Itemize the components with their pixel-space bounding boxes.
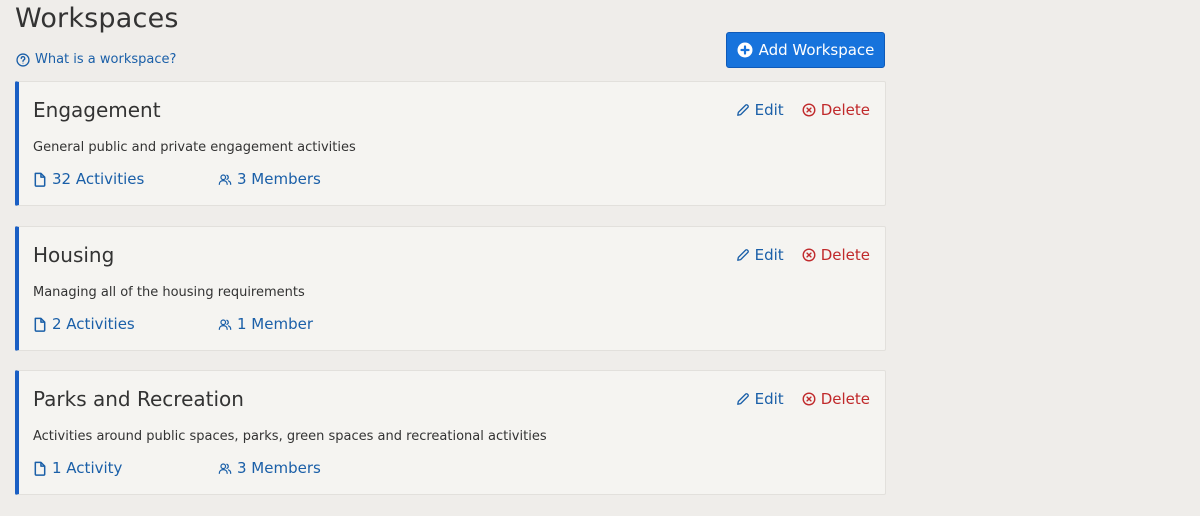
delete-button[interactable]: Delete xyxy=(802,390,870,408)
activities-link[interactable]: 1 Activity xyxy=(33,459,122,477)
workspace-card: Parks and Recreation Activities around p… xyxy=(15,370,886,495)
workspace-description: Managing all of the housing requirements xyxy=(33,285,305,300)
add-workspace-button[interactable]: Add Workspace xyxy=(726,32,885,68)
members-link[interactable]: 3 Members xyxy=(218,170,321,188)
delete-button[interactable]: Delete xyxy=(802,101,870,119)
workspace-description: General public and private engagement ac… xyxy=(33,140,356,155)
activities-count: 32 Activities xyxy=(52,170,145,188)
workspace-name: Parks and Recreation xyxy=(33,387,244,411)
delete-label: Delete xyxy=(820,390,870,408)
edit-label: Edit xyxy=(754,246,784,264)
page-title: Workspaces xyxy=(15,3,179,34)
x-circle-icon xyxy=(802,248,816,262)
workspace-card: Housing Managing all of the housing requ… xyxy=(15,226,886,351)
activities-count: 2 Activities xyxy=(52,315,135,333)
document-icon xyxy=(34,461,46,476)
edit-label: Edit xyxy=(754,390,784,408)
delete-button[interactable]: Delete xyxy=(802,246,870,264)
workspaces-page: Workspaces What is a workspace? Add Work… xyxy=(0,0,1200,516)
activities-link[interactable]: 32 Activities xyxy=(33,170,144,188)
document-icon xyxy=(34,317,46,332)
workspace-name: Housing xyxy=(33,243,115,267)
members-link[interactable]: 1 Member xyxy=(218,315,313,333)
members-count: 1 Member xyxy=(237,315,314,333)
workspace-card: Engagement General public and private en… xyxy=(15,81,886,206)
add-workspace-label: Add Workspace xyxy=(758,41,875,59)
edit-button[interactable]: Edit xyxy=(736,101,784,119)
pencil-icon xyxy=(736,104,749,116)
users-icon xyxy=(218,462,232,474)
users-icon xyxy=(218,173,232,185)
workspace-name: Engagement xyxy=(33,98,161,122)
members-count: 3 Members xyxy=(237,459,321,477)
document-icon xyxy=(34,172,46,187)
edit-label: Edit xyxy=(754,101,784,119)
pencil-icon xyxy=(736,249,749,261)
x-circle-icon xyxy=(802,392,816,406)
question-circle-icon xyxy=(16,52,30,67)
card-actions: Edit Delete xyxy=(736,101,870,119)
delete-label: Delete xyxy=(820,101,870,119)
edit-button[interactable]: Edit xyxy=(736,390,784,408)
help-link-label: What is a workspace? xyxy=(35,52,177,67)
workspace-description: Activities around public spaces, parks, … xyxy=(33,429,547,444)
x-circle-icon xyxy=(802,103,816,117)
edit-button[interactable]: Edit xyxy=(736,246,784,264)
activities-link[interactable]: 2 Activities xyxy=(33,315,135,333)
delete-label: Delete xyxy=(820,246,870,264)
plus-circle-icon xyxy=(737,42,753,58)
activities-count: 1 Activity xyxy=(52,459,123,477)
card-actions: Edit Delete xyxy=(736,390,870,408)
members-count: 3 Members xyxy=(237,170,321,188)
pencil-icon xyxy=(736,393,749,405)
users-icon xyxy=(218,318,232,330)
what-is-workspace-link[interactable]: What is a workspace? xyxy=(16,52,176,67)
members-link[interactable]: 3 Members xyxy=(218,459,321,477)
card-actions: Edit Delete xyxy=(736,246,870,264)
